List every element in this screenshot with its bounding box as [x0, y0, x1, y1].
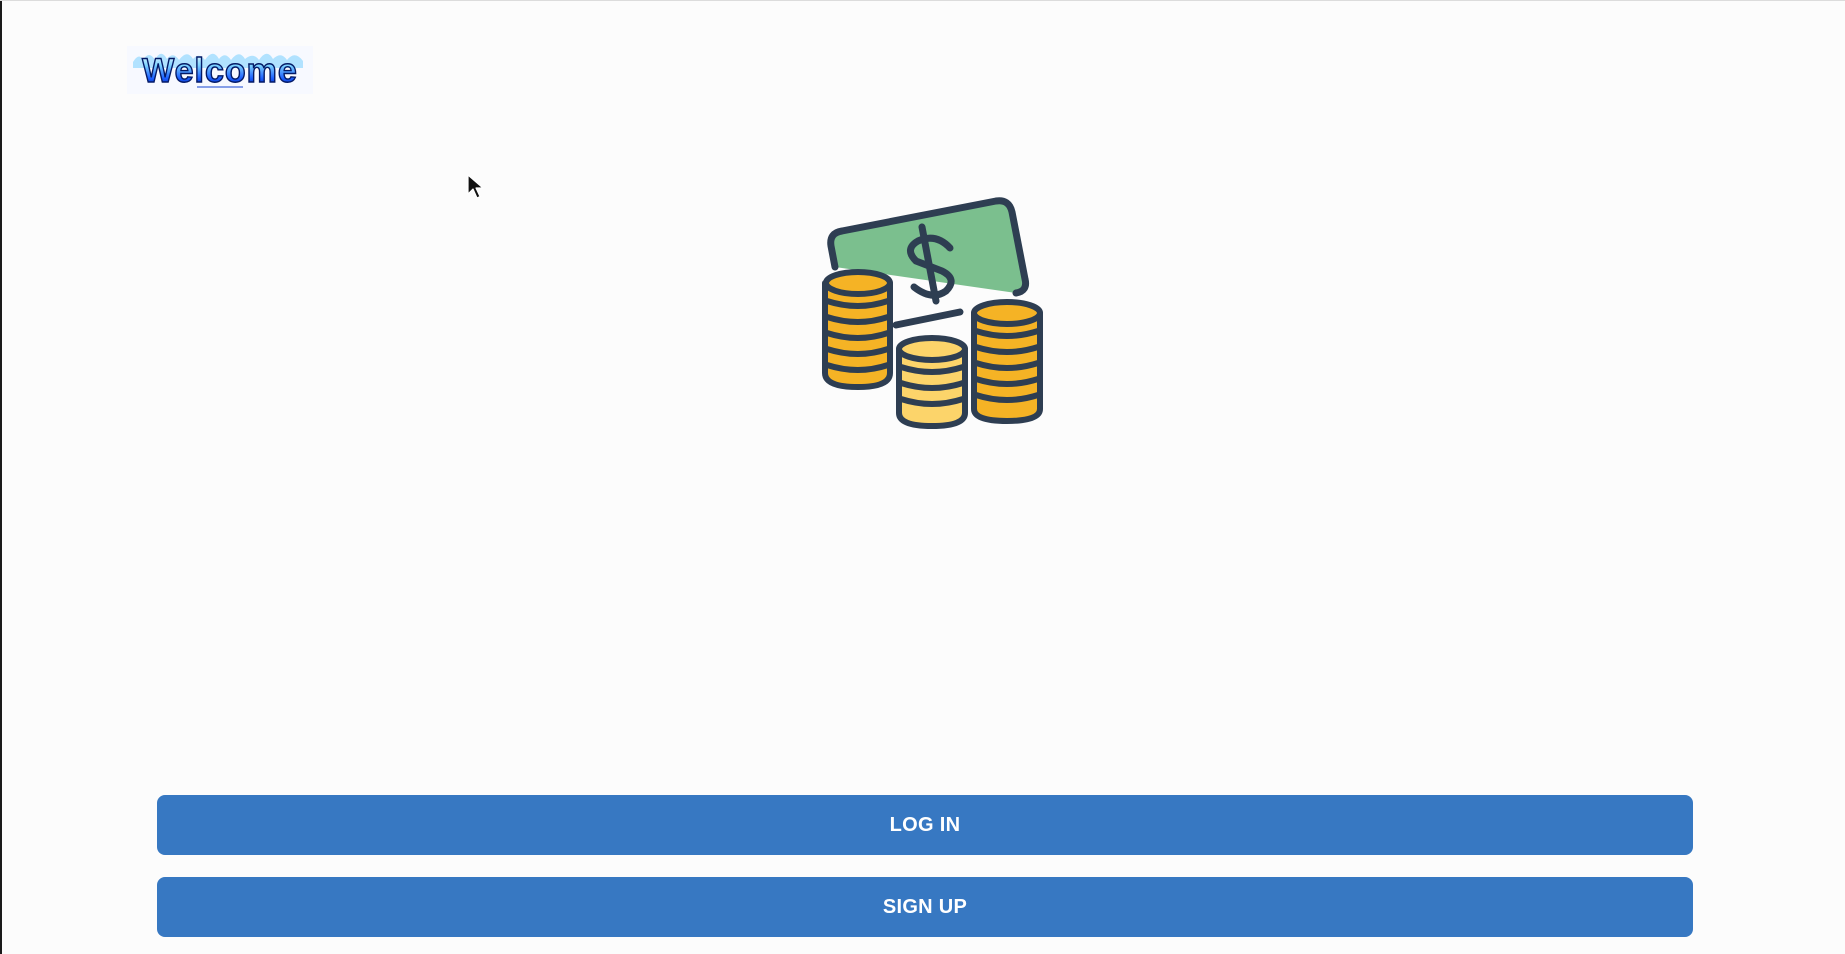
sign-up-button[interactable]: SIGN UP	[157, 877, 1693, 937]
log-in-button[interactable]: LOG IN	[157, 795, 1693, 855]
welcome-logo-text: Welcome	[142, 52, 298, 90]
welcome-logo-image: Welcome	[127, 46, 313, 94]
window-edge	[0, 1, 2, 954]
welcome-logo: Welcome	[127, 46, 313, 94]
mouse-pointer-icon	[467, 174, 485, 200]
money-cash-coins-icon	[810, 191, 1050, 431]
welcome-screen: Welcome LOG IN SIGN UP	[0, 0, 1845, 954]
